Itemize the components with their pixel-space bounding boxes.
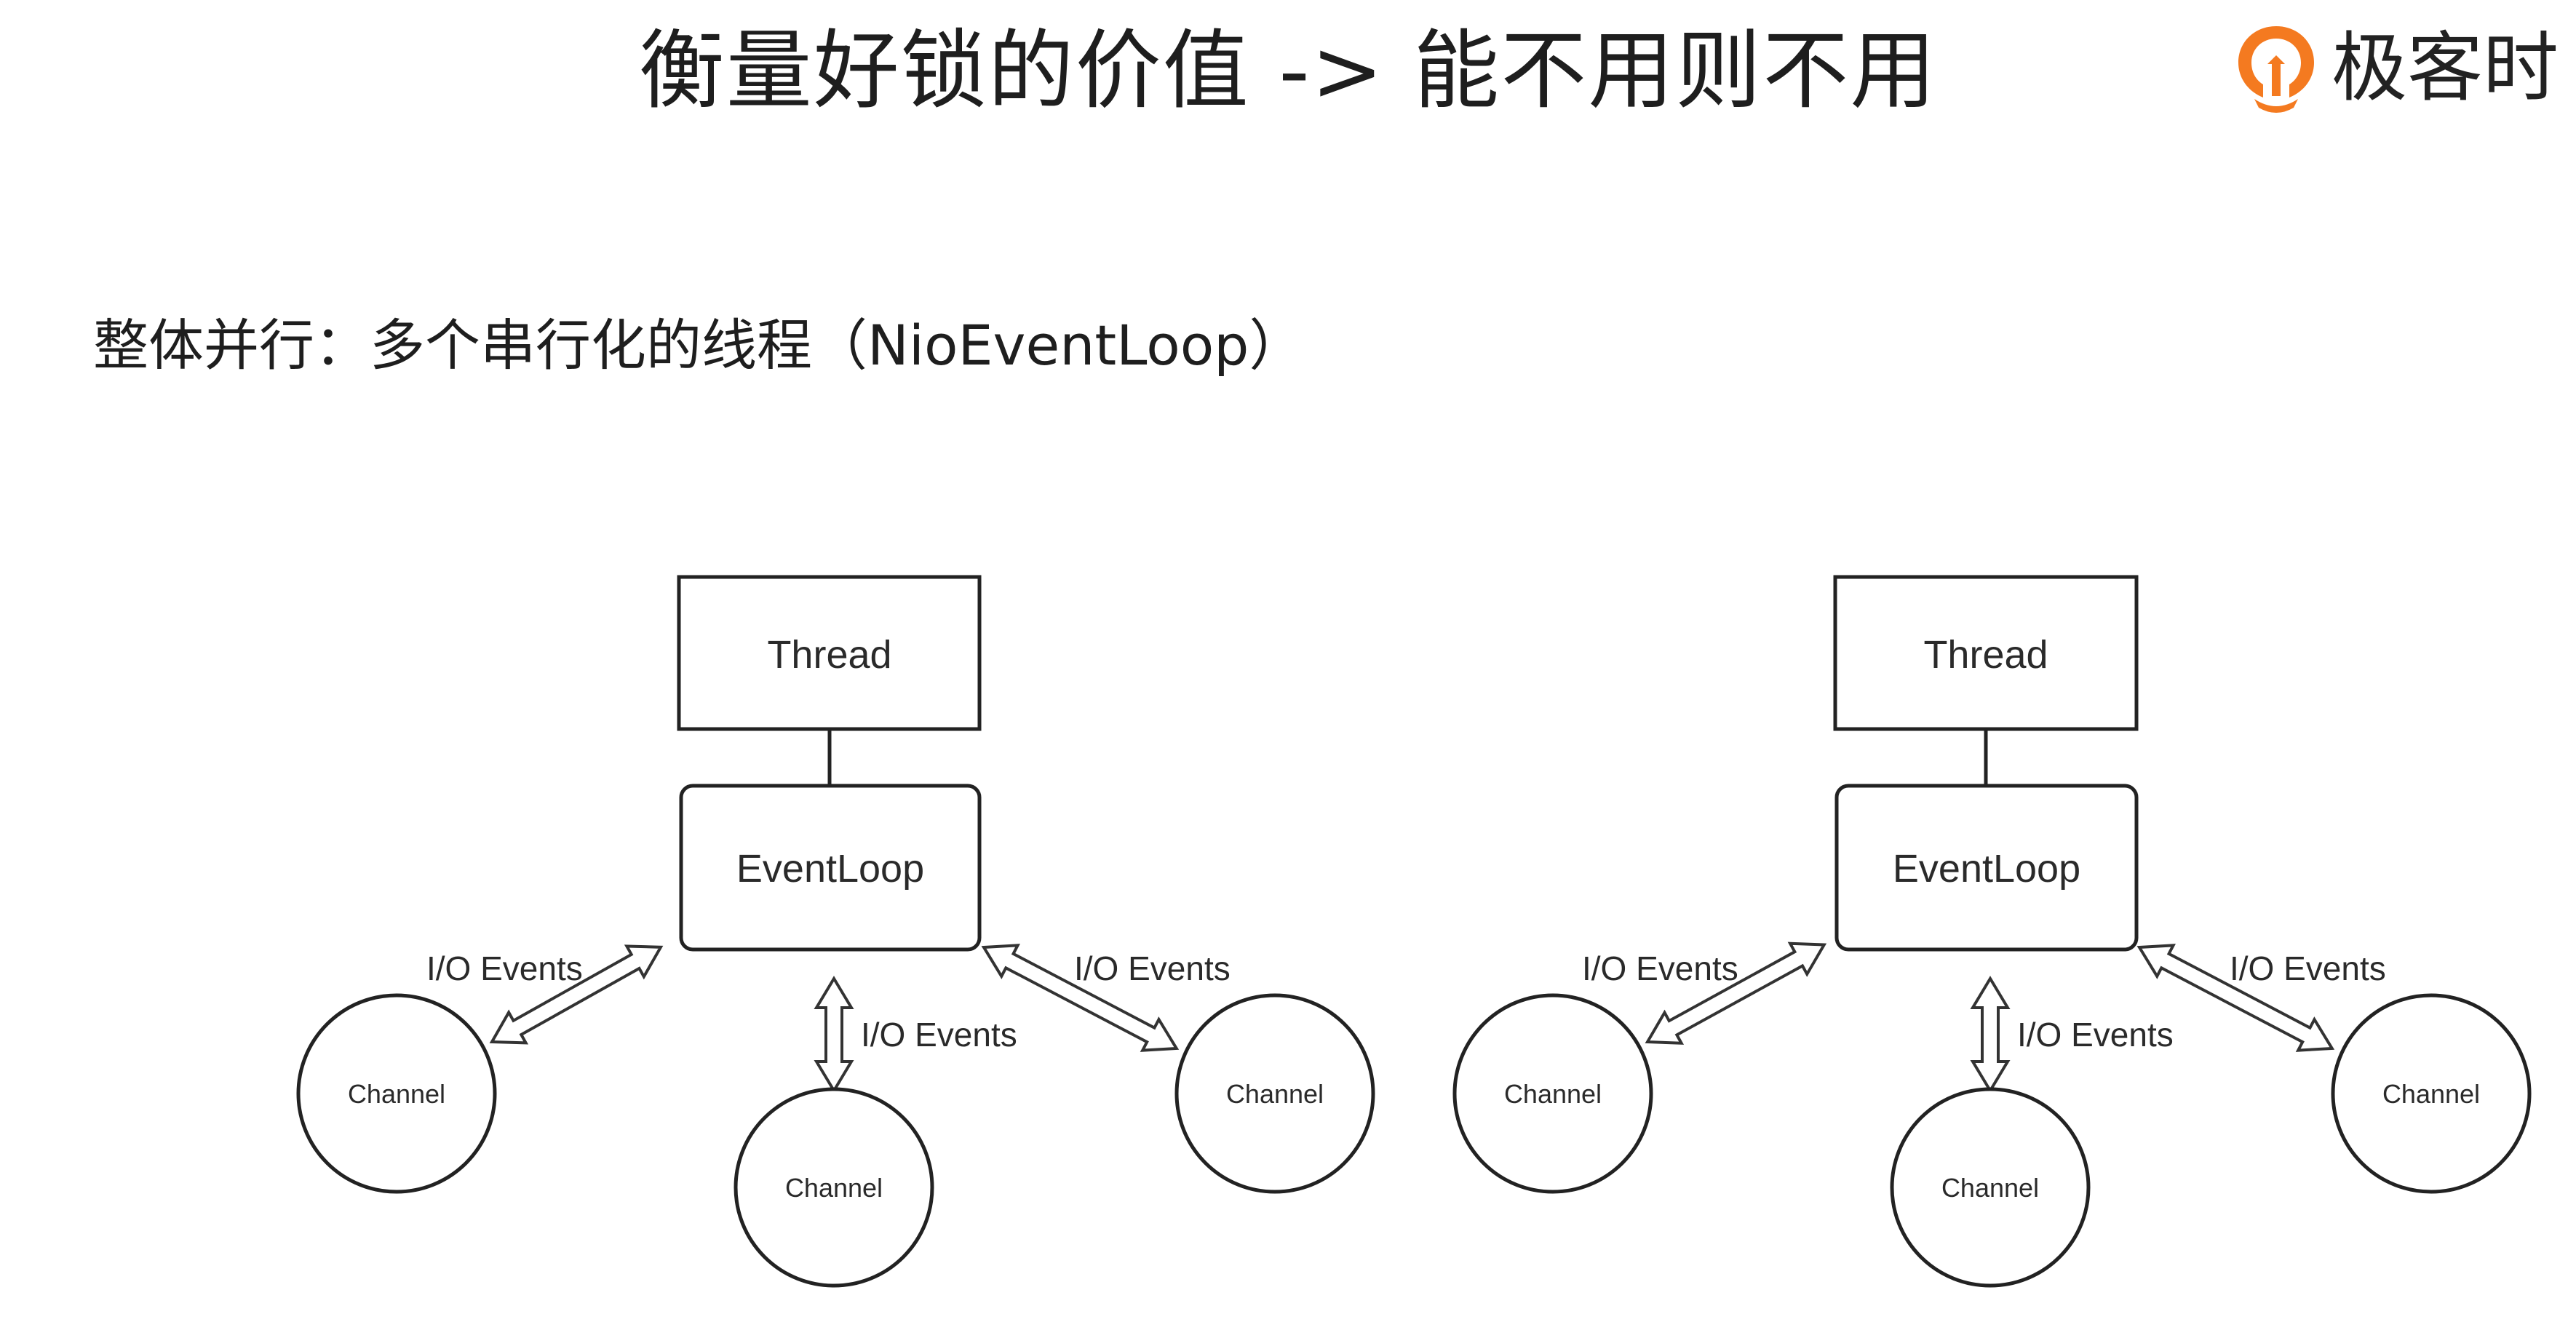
eventloop-label: EventLoop [1893,847,2080,891]
channel-label: Channel [1226,1079,1324,1109]
channel-label: Channel [1504,1079,1602,1109]
eventloop-diagram: Thread EventLoop I/O Events I/O Events I… [296,575,2532,1288]
diagram-left: Thread EventLoop I/O Events I/O Events I… [296,575,1375,1288]
io-label-right: I/O Events [1074,949,1231,987]
channel-label: Channel [348,1079,445,1109]
io-arrow-center [814,976,854,1094]
eventloop-label: EventLoop [736,847,924,891]
io-label-right: I/O Events [2230,949,2386,987]
thread-label: Thread [767,633,891,677]
io-arrow-left [1645,941,1827,1045]
thread-label: Thread [1923,633,2048,677]
io-label-left: I/O Events [1582,949,1738,987]
channel-label: Channel [1941,1173,2039,1203]
io-label-center: I/O Events [2017,1016,2174,1054]
io-label-left: I/O Events [426,949,583,987]
diagram-right: Thread EventLoop I/O Events I/O Events I… [1452,575,2532,1288]
io-arrow-center [1970,976,2011,1094]
io-label-center: I/O Events [861,1016,1017,1054]
channel-label: Channel [2382,1079,2480,1109]
channel-label: Channel [785,1173,883,1203]
